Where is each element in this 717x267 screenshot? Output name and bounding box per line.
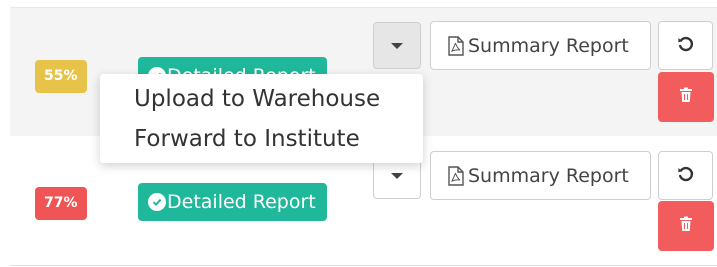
delete-button[interactable] <box>658 72 714 122</box>
summary-report-button[interactable]: Summary Report <box>430 21 651 70</box>
actions-dropdown-menu: Upload to Warehouse Forward to Institute <box>100 74 423 163</box>
summary-report-label: Summary Report <box>468 164 629 187</box>
percent-badge: 77% <box>35 187 87 220</box>
reload-icon <box>677 165 695 187</box>
menu-item-upload-to-warehouse[interactable]: Upload to Warehouse <box>100 79 423 119</box>
reload-button[interactable] <box>658 21 713 70</box>
summary-report-label: Summary Report <box>468 34 629 57</box>
menu-item-forward-to-institute[interactable]: Forward to Institute <box>100 119 423 159</box>
trash-icon <box>679 87 693 107</box>
actions-dropdown-toggle[interactable] <box>373 22 421 69</box>
caret-down-icon <box>391 42 403 49</box>
trash-icon <box>679 216 693 236</box>
detailed-report-label: Detailed Report <box>167 191 316 213</box>
percent-badge: 55% <box>35 60 87 93</box>
detailed-report-button[interactable]: Detailed Report <box>138 183 327 221</box>
file-pdf-icon <box>447 35 465 56</box>
reload-icon <box>677 35 695 57</box>
check-circle-icon <box>148 193 166 211</box>
reload-button[interactable] <box>658 151 713 200</box>
file-pdf-icon <box>447 165 465 186</box>
summary-report-button[interactable]: Summary Report <box>430 151 651 200</box>
delete-button[interactable] <box>658 201 714 251</box>
caret-down-icon <box>391 172 403 179</box>
